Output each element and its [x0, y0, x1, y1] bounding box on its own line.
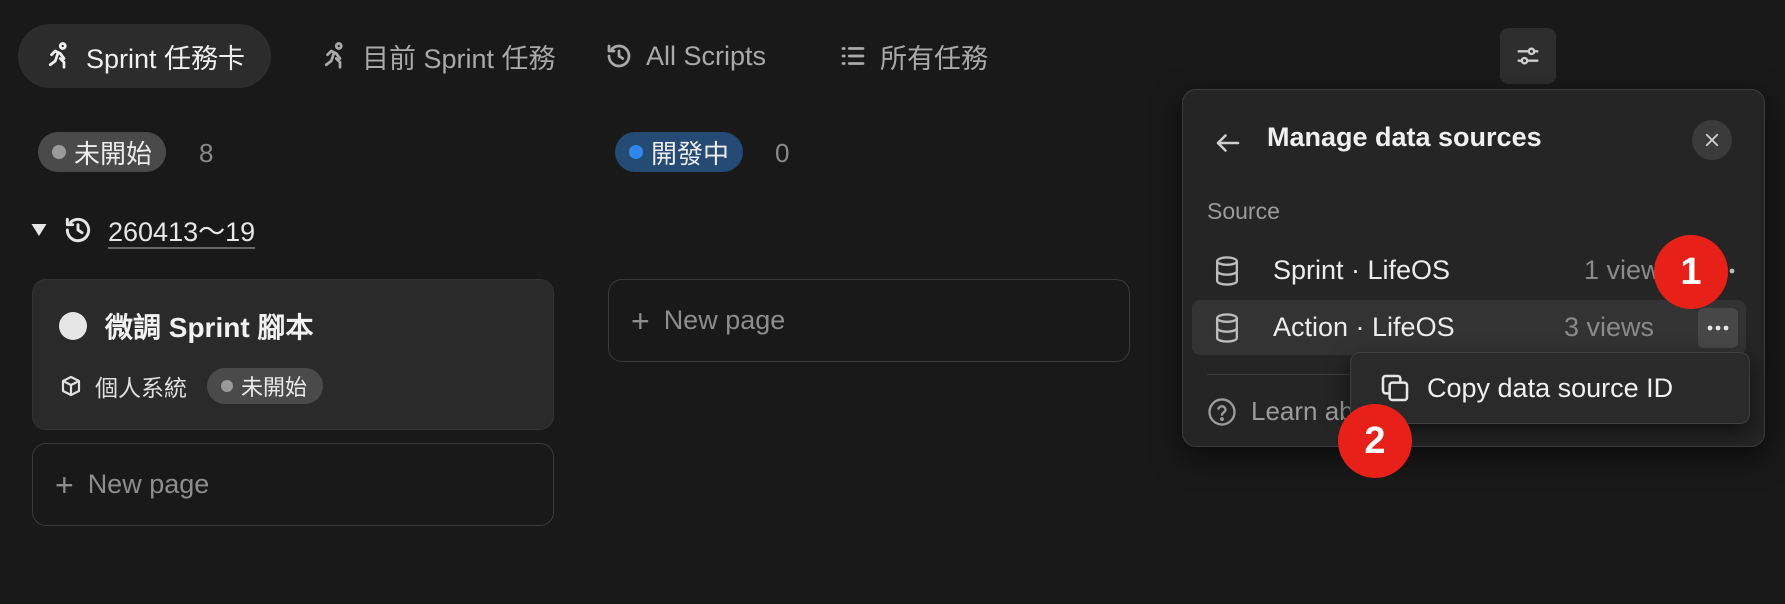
tab-label: Sprint 任務卡: [86, 43, 246, 74]
data-source-views: 3 views: [1563, 312, 1654, 342]
more-options-button[interactable]: [1698, 308, 1738, 348]
status-label: 開發中: [651, 138, 730, 169]
card-meta: 個人系統 未開始: [59, 368, 324, 404]
view-settings-button[interactable]: [1500, 28, 1556, 84]
copy-icon: [1379, 372, 1411, 404]
database-icon: [1212, 312, 1242, 344]
help-circle-icon: [1207, 397, 1237, 427]
tab-sprint-cards[interactable]: Sprint 任務卡: [18, 24, 272, 88]
running-icon: [320, 41, 350, 71]
status-badge-not-started: 未開始: [38, 132, 167, 172]
card-title: 微調 Sprint 腳本: [105, 312, 314, 343]
copy-label: Copy data source ID: [1427, 372, 1674, 403]
panel-title: Manage data sources: [1267, 122, 1542, 152]
status-badge: 未開始: [207, 368, 324, 404]
status-dot: [629, 145, 643, 159]
group-header[interactable]: 260413～19: [30, 210, 255, 249]
section-label: Source: [1207, 198, 1280, 224]
data-source-row[interactable]: Action · LifeOS 3 views: [1192, 300, 1746, 355]
database-icon: [1212, 255, 1242, 287]
list-icon: [838, 41, 868, 71]
tab-label: 所有任務: [880, 43, 988, 74]
card-project[interactable]: 個人系統: [95, 369, 187, 403]
history-icon: [604, 41, 634, 71]
more-dots-icon: [1706, 324, 1730, 332]
tab-current-sprint-tasks[interactable]: 目前 Sprint 任務: [294, 24, 582, 88]
new-page-button[interactable]: + New page: [32, 443, 554, 526]
column-count: 8: [199, 138, 214, 168]
sliders-icon: [1514, 42, 1542, 70]
cube-icon: [59, 374, 83, 398]
group-title[interactable]: 260413～19: [108, 210, 255, 249]
new-page-label: New page: [87, 469, 210, 499]
data-source-name: Sprint · LifeOS: [1273, 255, 1451, 285]
plus-icon: +: [631, 302, 650, 339]
column-count: 0: [775, 138, 790, 168]
new-page-button[interactable]: + New page: [608, 279, 1130, 362]
status-badge-in-development: 開發中: [615, 132, 744, 172]
status-label: 未開始: [241, 375, 308, 400]
tab-label: 目前 Sprint 任務: [362, 43, 556, 74]
collapse-triangle-icon[interactable]: [30, 221, 48, 239]
page-circle-icon: [59, 312, 87, 340]
back-arrow-icon[interactable]: [1213, 128, 1243, 158]
task-card[interactable]: 微調 Sprint 腳本 個人系統 未開始: [32, 279, 554, 430]
new-page-label: New page: [663, 305, 786, 335]
copy-data-source-id-menu-item[interactable]: Copy data source ID: [1350, 352, 1750, 424]
running-icon: [44, 41, 74, 71]
tab-all-scripts[interactable]: All Scripts: [578, 24, 792, 88]
tab-label: All Scripts: [646, 40, 767, 71]
data-source-name: Action · LifeOS: [1273, 312, 1455, 342]
card-title-row: 微調 Sprint 腳本: [59, 306, 313, 346]
close-icon: [1703, 131, 1721, 149]
status-label: 未開始: [74, 138, 153, 169]
close-button[interactable]: [1692, 120, 1732, 160]
annotation-badge: 1: [1654, 235, 1728, 309]
status-dot: [221, 380, 233, 392]
tab-all-tasks[interactable]: 所有任務: [812, 24, 1014, 88]
annotation-badge: 2: [1338, 404, 1412, 478]
history-icon: [62, 214, 94, 246]
plus-icon: +: [55, 466, 74, 503]
status-dot: [52, 145, 66, 159]
